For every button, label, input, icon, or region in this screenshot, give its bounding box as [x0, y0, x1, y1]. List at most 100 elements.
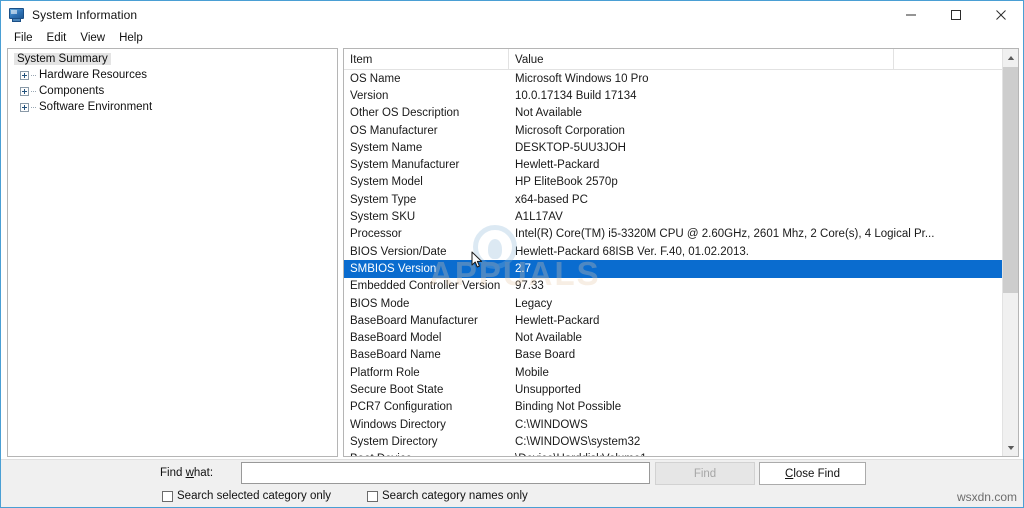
close-find-label-rest: lose Find: [793, 468, 840, 480]
row-value-cell: C:\WINDOWS\system32: [509, 436, 1002, 448]
table-row[interactable]: ProcessorIntel(R) Core(TM) i5-3320M CPU …: [344, 226, 1002, 243]
row-value-cell: Microsoft Corporation: [509, 125, 1002, 137]
window-controls: [888, 1, 1023, 28]
table-row[interactable]: Windows DirectoryC:\WINDOWS: [344, 416, 1002, 433]
table-row[interactable]: BaseBoard NameBase Board: [344, 347, 1002, 364]
table-row[interactable]: OS ManufacturerMicrosoft Corporation: [344, 122, 1002, 139]
row-item-cell: SMBIOS Version: [344, 263, 509, 275]
details-list-rows: OS NameMicrosoft Windows 10 ProVersion10…: [344, 70, 1002, 457]
row-value-cell: Mobile: [509, 367, 1002, 379]
list-vertical-scrollbar[interactable]: [1002, 49, 1018, 456]
column-header-value[interactable]: Value: [509, 49, 894, 70]
table-row[interactable]: Platform RoleMobile: [344, 364, 1002, 381]
scrollbar-thumb[interactable]: [1003, 67, 1019, 293]
row-value-cell: C:\WINDOWS: [509, 419, 1002, 431]
row-item-cell: System SKU: [344, 211, 509, 223]
checkbox-label: Search selected category only: [177, 490, 331, 502]
row-item-cell: Windows Directory: [344, 419, 509, 431]
row-value-cell: Hewlett-Packard: [509, 315, 1002, 327]
table-row[interactable]: System ManufacturerHewlett-Packard: [344, 156, 1002, 173]
row-item-cell: Other OS Description: [344, 107, 509, 119]
table-row[interactable]: BaseBoard ModelNot Available: [344, 329, 1002, 346]
tree-item-components[interactable]: Components: [12, 83, 337, 99]
table-row[interactable]: BaseBoard ManufacturerHewlett-Packard: [344, 312, 1002, 329]
tree-connector-icon: [31, 75, 36, 76]
row-item-cell: PCR7 Configuration: [344, 401, 509, 413]
row-item-cell: System Type: [344, 194, 509, 206]
row-value-cell: Intel(R) Core(TM) i5-3320M CPU @ 2.60GHz…: [509, 228, 1002, 240]
tree-item-label: System Summary: [14, 53, 111, 65]
checkbox-label: Search category names only: [382, 490, 528, 502]
column-header-filler: [894, 49, 1002, 70]
scroll-down-icon[interactable]: [1003, 439, 1019, 456]
table-row[interactable]: SMBIOS Version2.7: [344, 260, 1002, 277]
row-item-cell: Secure Boot State: [344, 384, 509, 396]
maximize-button[interactable]: [933, 1, 978, 28]
row-value-cell: Binding Not Possible: [509, 401, 1002, 413]
table-row[interactable]: BIOS Version/DateHewlett-Packard 68ISB V…: [344, 243, 1002, 260]
tree-item-software-environment[interactable]: Software Environment: [12, 99, 337, 115]
table-row[interactable]: System ModelHP EliteBook 2570p: [344, 174, 1002, 191]
details-list-panel: Item Value OS NameMicrosoft Windows 10 P…: [343, 48, 1019, 457]
row-item-cell: Platform Role: [344, 367, 509, 379]
row-value-cell: DESKTOP-5UU3JOH: [509, 142, 1002, 154]
menu-item-view[interactable]: View: [73, 31, 112, 45]
row-item-cell: System Name: [344, 142, 509, 154]
table-row[interactable]: System Typex64-based PC: [344, 191, 1002, 208]
row-value-cell: Microsoft Windows 10 Pro: [509, 73, 1002, 85]
row-item-cell: OS Manufacturer: [344, 125, 509, 137]
menu-item-help[interactable]: Help: [112, 31, 150, 45]
minimize-button[interactable]: [888, 1, 933, 28]
table-row[interactable]: Boot Device\Device\HarddiskVolume1: [344, 451, 1002, 457]
row-item-cell: OS Name: [344, 73, 509, 85]
row-value-cell: 2.7: [509, 263, 1002, 275]
scroll-up-icon[interactable]: [1003, 49, 1019, 66]
search-category-names-checkbox[interactable]: Search category names only: [367, 490, 528, 502]
expand-plus-icon[interactable]: [20, 71, 29, 80]
table-row[interactable]: Other OS DescriptionNot Available: [344, 105, 1002, 122]
row-value-cell: A1L17AV: [509, 211, 1002, 223]
find-input[interactable]: [241, 462, 650, 484]
system-information-window: System Information File Edit View Help S…: [0, 0, 1024, 508]
expand-plus-icon[interactable]: [20, 87, 29, 96]
row-value-cell: 10.0.17134 Build 17134: [509, 90, 1002, 102]
checkbox-box-icon[interactable]: [367, 491, 378, 502]
close-find-button[interactable]: Close Find: [759, 462, 866, 485]
column-header-item[interactable]: Item: [344, 49, 509, 70]
table-row[interactable]: Embedded Controller Version97.33: [344, 278, 1002, 295]
window-title: System Information: [32, 8, 137, 22]
tree-item-label: Software Environment: [39, 101, 152, 113]
close-button[interactable]: [978, 1, 1023, 28]
row-item-cell: Embedded Controller Version: [344, 280, 509, 292]
row-value-cell: Legacy: [509, 298, 1002, 310]
list-column-headers: Item Value: [344, 49, 1002, 70]
row-value-cell: Base Board: [509, 349, 1002, 361]
table-row[interactable]: PCR7 ConfigurationBinding Not Possible: [344, 399, 1002, 416]
table-row[interactable]: System SKUA1L17AV: [344, 208, 1002, 225]
row-item-cell: System Directory: [344, 436, 509, 448]
checkbox-box-icon[interactable]: [162, 491, 173, 502]
table-row[interactable]: System NameDESKTOP-5UU3JOH: [344, 139, 1002, 156]
table-row[interactable]: System DirectoryC:\WINDOWS\system32: [344, 433, 1002, 450]
corner-watermark: wsxdn.com: [957, 490, 1017, 504]
table-row[interactable]: Version10.0.17134 Build 17134: [344, 87, 1002, 104]
row-item-cell: BaseBoard Manufacturer: [344, 315, 509, 327]
computer-icon: [9, 7, 25, 23]
table-row[interactable]: Secure Boot StateUnsupported: [344, 381, 1002, 398]
tree-item-label: Components: [39, 85, 104, 97]
tree-item-hardware-resources[interactable]: Hardware Resources: [12, 67, 337, 83]
expand-plus-icon[interactable]: [20, 103, 29, 112]
row-value-cell: Not Available: [509, 332, 1002, 344]
row-item-cell: BaseBoard Name: [344, 349, 509, 361]
table-row[interactable]: BIOS ModeLegacy: [344, 295, 1002, 312]
table-row[interactable]: OS NameMicrosoft Windows 10 Pro: [344, 70, 1002, 87]
tree-connector-icon: [31, 91, 36, 92]
find-button[interactable]: Find: [655, 462, 755, 485]
find-what-label: Find what:: [160, 467, 213, 479]
menu-item-edit[interactable]: Edit: [40, 31, 74, 45]
search-selected-category-checkbox[interactable]: Search selected category only: [162, 490, 331, 502]
tree-item-system-summary[interactable]: System Summary: [12, 51, 337, 67]
menu-item-file[interactable]: File: [7, 31, 40, 45]
row-value-cell: Not Available: [509, 107, 1002, 119]
row-item-cell: Version: [344, 90, 509, 102]
